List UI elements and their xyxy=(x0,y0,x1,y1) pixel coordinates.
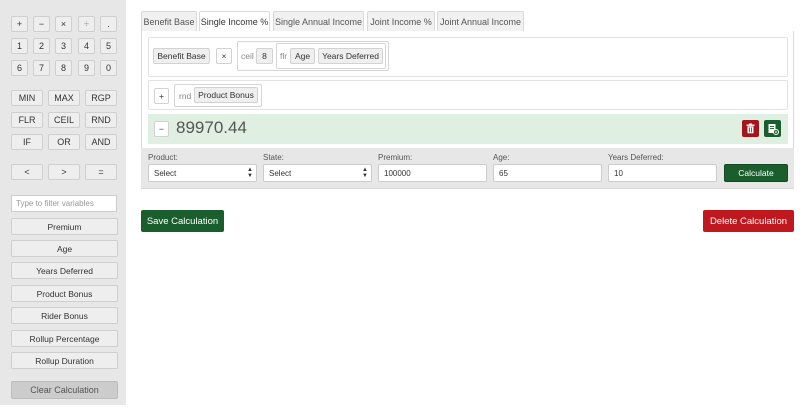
key-less-than[interactable]: < xyxy=(11,164,43,180)
variable-filter-input[interactable] xyxy=(11,195,117,212)
state-label: State: xyxy=(263,153,284,162)
product-label: Product: xyxy=(148,153,178,162)
key-and[interactable]: AND xyxy=(85,134,117,150)
state-select[interactable]: Select ▲ ▼ xyxy=(263,164,372,182)
variable-rollup-duration[interactable]: Rollup Duration xyxy=(11,352,118,369)
variable-rollup-percentage[interactable]: Rollup Percentage xyxy=(11,330,118,347)
premium-label: Premium: xyxy=(378,153,413,162)
product-select-value: Select xyxy=(154,168,177,178)
tab-single-income-percent[interactable]: Single Income % xyxy=(199,11,270,32)
key-3[interactable]: 3 xyxy=(55,38,72,54)
tab-joint-annual-income[interactable]: Joint Annual Income xyxy=(437,11,524,31)
chip-plus[interactable]: + xyxy=(154,88,169,104)
key-rnd[interactable]: RND xyxy=(85,112,117,128)
key-min[interactable]: MIN xyxy=(11,90,43,106)
key-flr[interactable]: FLR xyxy=(11,112,43,128)
up-down-arrows-icon: ▲ ▼ xyxy=(247,167,253,179)
key-if[interactable]: IF xyxy=(11,134,43,150)
key-decimal[interactable]: . xyxy=(100,16,117,32)
variable-product-bonus[interactable]: Product Bonus xyxy=(11,285,118,302)
key-multiply[interactable]: × xyxy=(55,16,72,32)
years-deferred-label: Years Deferred: xyxy=(608,153,664,162)
flr-label: flr xyxy=(280,51,288,61)
key-ceil[interactable]: CEIL xyxy=(48,112,80,128)
tab-joint-income-percent[interactable]: Joint Income % xyxy=(367,11,435,31)
tab-single-annual-income[interactable]: Single Annual Income xyxy=(273,11,364,31)
key-or[interactable]: OR xyxy=(48,134,80,150)
key-7[interactable]: 7 xyxy=(33,60,50,76)
save-doc-icon xyxy=(768,123,779,135)
key-equals[interactable]: = xyxy=(85,164,117,180)
state-select-value: Select xyxy=(269,168,292,178)
key-greater-than[interactable]: > xyxy=(48,164,80,180)
variable-rider-bonus[interactable]: Rider Bonus xyxy=(11,307,118,324)
chip-product-bonus[interactable]: Product Bonus xyxy=(194,87,258,103)
key-4[interactable]: 4 xyxy=(78,38,95,54)
calculate-button[interactable]: Calculate xyxy=(724,164,788,182)
key-8[interactable]: 8 xyxy=(55,60,72,76)
age-label: Age: xyxy=(493,153,510,162)
premium-input[interactable]: 100000 xyxy=(378,164,487,182)
age-input[interactable]: 65 xyxy=(493,164,602,182)
ceil-label: ceil xyxy=(241,51,254,61)
trash-icon xyxy=(746,123,755,134)
up-down-arrows-icon: ▲ ▼ xyxy=(362,167,368,179)
years-deferred-input[interactable]: 10 xyxy=(608,164,717,182)
product-select[interactable]: Select ▲ ▼ xyxy=(148,164,257,182)
key-5[interactable]: 5 xyxy=(100,38,117,54)
key-2[interactable]: 2 xyxy=(33,38,50,54)
tab-benefit-base[interactable]: Benefit Base xyxy=(141,11,197,31)
chip-multiply[interactable]: × xyxy=(216,48,232,64)
chip-years-deferred[interactable]: Years Deferred xyxy=(318,48,383,64)
variable-age[interactable]: Age xyxy=(11,240,118,257)
chip-ceil-value[interactable]: 8 xyxy=(256,48,273,64)
key-9[interactable]: 9 xyxy=(78,60,95,76)
clear-calculation-button[interactable]: Clear Calculation xyxy=(11,381,118,399)
save-calculation-button[interactable]: Save Calculation xyxy=(141,210,224,232)
chip-age[interactable]: Age xyxy=(290,48,315,64)
key-divide[interactable]: ÷ xyxy=(78,16,95,32)
key-rgp[interactable]: RGP xyxy=(85,90,117,106)
chip-minus[interactable]: − xyxy=(154,121,169,137)
save-row-button[interactable] xyxy=(764,120,781,137)
variable-premium[interactable]: Premium xyxy=(11,218,118,235)
rnd-label: rnd xyxy=(179,91,192,101)
delete-calculation-button[interactable]: Delete Calculation xyxy=(703,210,794,232)
key-1[interactable]: 1 xyxy=(11,38,28,54)
variable-years-deferred[interactable]: Years Deferred xyxy=(11,262,118,279)
chip-benefit-base[interactable]: Benefit Base xyxy=(153,48,210,64)
key-plus[interactable]: + xyxy=(11,16,28,32)
key-minus[interactable]: − xyxy=(33,16,50,32)
key-0[interactable]: 0 xyxy=(100,60,117,76)
key-6[interactable]: 6 xyxy=(11,60,28,76)
delete-row-button[interactable] xyxy=(742,120,759,137)
result-value: 89970.44 xyxy=(176,118,247,137)
key-max[interactable]: MAX xyxy=(48,90,80,106)
calculator-panel: + − × ÷ . 1 2 3 4 5 6 7 8 9 0 MIN MAX RG… xyxy=(0,0,126,405)
